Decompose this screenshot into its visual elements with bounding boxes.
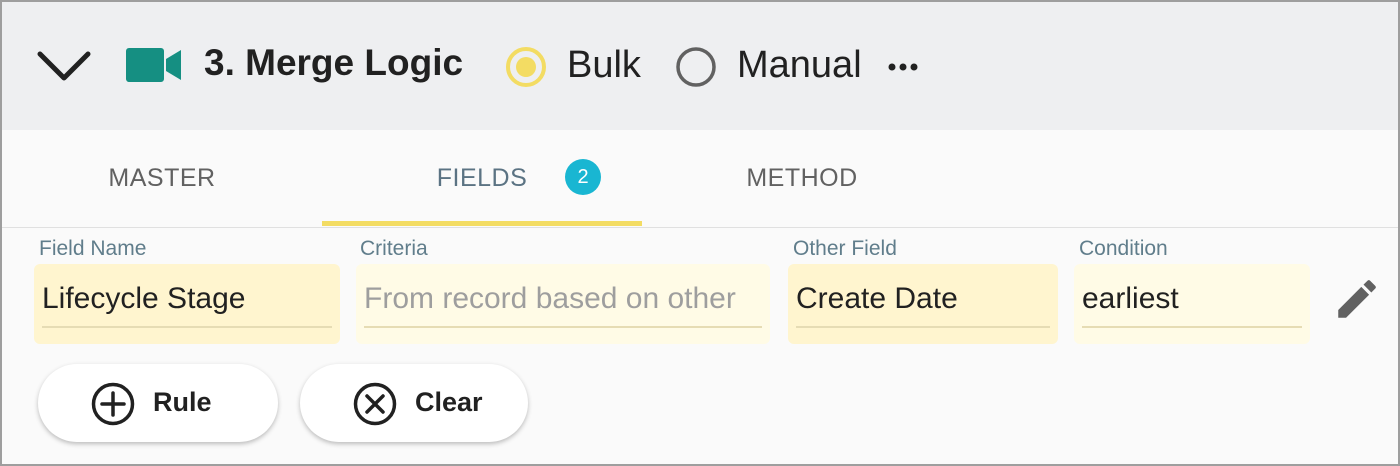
- other-field-select[interactable]: Create Date: [788, 264, 1058, 344]
- add-rule-button-label: Rule: [153, 387, 212, 417]
- field-name-select[interactable]: Lifecycle Stage: [34, 264, 340, 344]
- field-underline: [364, 326, 762, 328]
- pencil-icon[interactable]: [1332, 274, 1382, 324]
- field-name-label: Field Name: [39, 237, 147, 260]
- tab-method[interactable]: METHOD: [642, 130, 962, 227]
- active-tab-indicator: [322, 221, 642, 226]
- other-field-label: Other Field: [793, 237, 897, 260]
- field-name-value: Lifecycle Stage: [42, 282, 246, 315]
- merge-logic-panel: 3. Merge Logic Bulk Manual MASTER FIELDS…: [0, 0, 1400, 466]
- step-header: 3. Merge Logic Bulk Manual: [2, 2, 1398, 130]
- condition-label: Condition: [1079, 237, 1168, 260]
- other-field-value: Create Date: [796, 282, 958, 315]
- condition-select[interactable]: earliest: [1074, 264, 1310, 344]
- add-circle-icon: [91, 382, 135, 426]
- field-underline: [42, 326, 332, 328]
- fields-count-badge: 2: [565, 159, 601, 195]
- field-underline: [796, 326, 1050, 328]
- field-underline: [1082, 326, 1302, 328]
- tab-master[interactable]: MASTER: [2, 130, 322, 227]
- radio-manual[interactable]: [675, 46, 717, 88]
- condition-value: earliest: [1082, 282, 1179, 315]
- radio-bulk-label[interactable]: Bulk: [567, 44, 641, 87]
- cancel-circle-icon: [353, 382, 397, 426]
- radio-bulk[interactable]: [505, 46, 547, 88]
- tab-method-label: METHOD: [746, 164, 858, 192]
- more-horizontal-icon[interactable]: [886, 56, 920, 78]
- radio-manual-label[interactable]: Manual: [737, 44, 862, 87]
- video-camera-icon: [126, 48, 181, 82]
- tab-bar: MASTER FIELDS METHOD: [2, 130, 1398, 228]
- chevron-down-icon[interactable]: [36, 46, 92, 86]
- criteria-label: Criteria: [360, 237, 428, 260]
- criteria-select[interactable]: From record based on other: [356, 264, 770, 344]
- tab-master-label: MASTER: [108, 164, 216, 192]
- criteria-placeholder: From record based on other: [364, 282, 736, 315]
- clear-button-label: Clear: [415, 387, 483, 417]
- add-rule-button[interactable]: Rule: [38, 364, 278, 442]
- clear-button[interactable]: Clear: [300, 364, 528, 442]
- step-title: 3. Merge Logic: [204, 42, 464, 83]
